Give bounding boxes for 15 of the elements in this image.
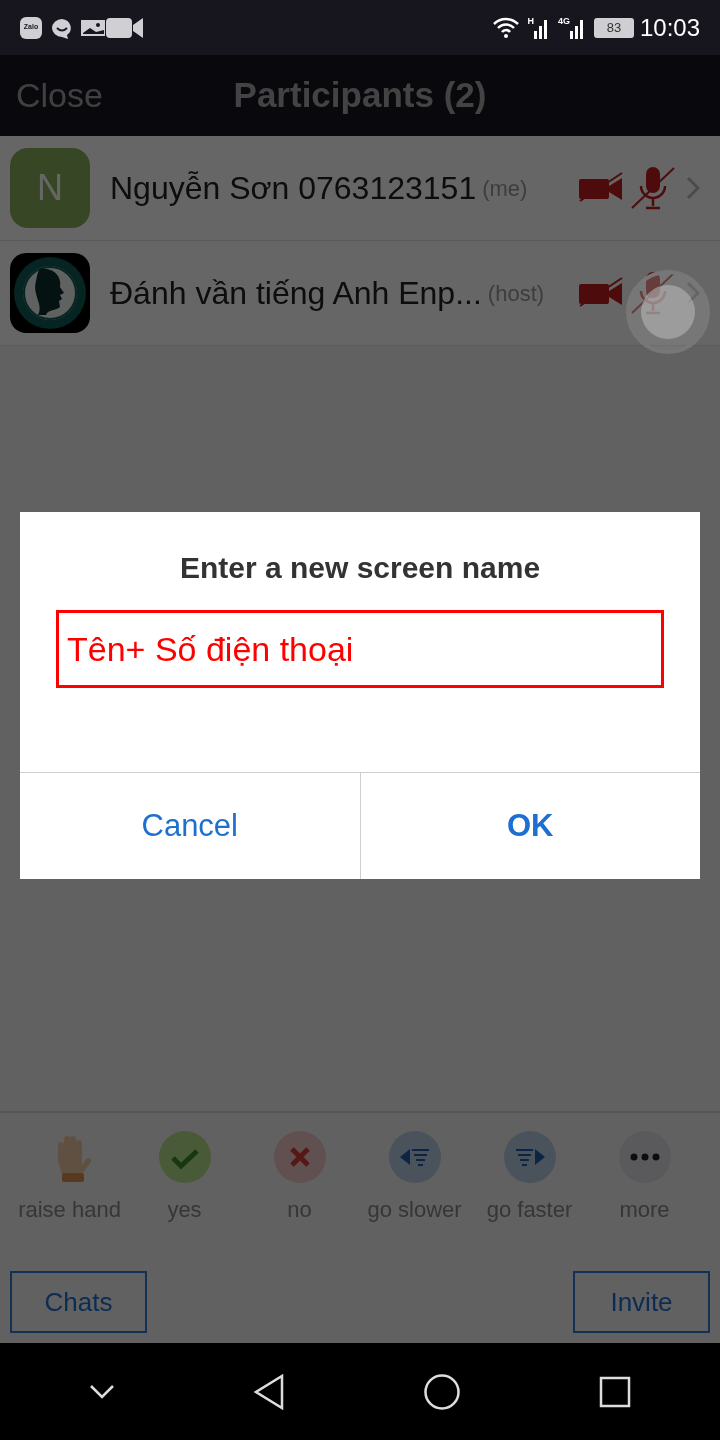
ok-button[interactable]: OK [359, 773, 700, 879]
network-type-label: H [527, 16, 534, 26]
cancel-button[interactable]: Cancel [20, 773, 360, 879]
network-type-label: 4G [557, 16, 570, 26]
participant-name: Nguyễn Sơn 0763123151 [110, 169, 477, 208]
invite-button[interactable]: Invite [573, 1271, 710, 1333]
clock-time: 10:03 [639, 12, 700, 43]
name-input-field[interactable]: Tên+ Số điện thoại [56, 610, 664, 688]
screen-title: Participants (2) [233, 74, 487, 117]
chats-button[interactable]: Chats [10, 1271, 147, 1333]
avatar: N [10, 148, 90, 228]
close-button[interactable]: Close [16, 70, 103, 121]
dialog-title: Enter a new screen name [178, 550, 542, 586]
participant-name: Đánh vần tiếng Anh Enp... [110, 274, 482, 313]
battery-icon: 83 [593, 17, 634, 38]
